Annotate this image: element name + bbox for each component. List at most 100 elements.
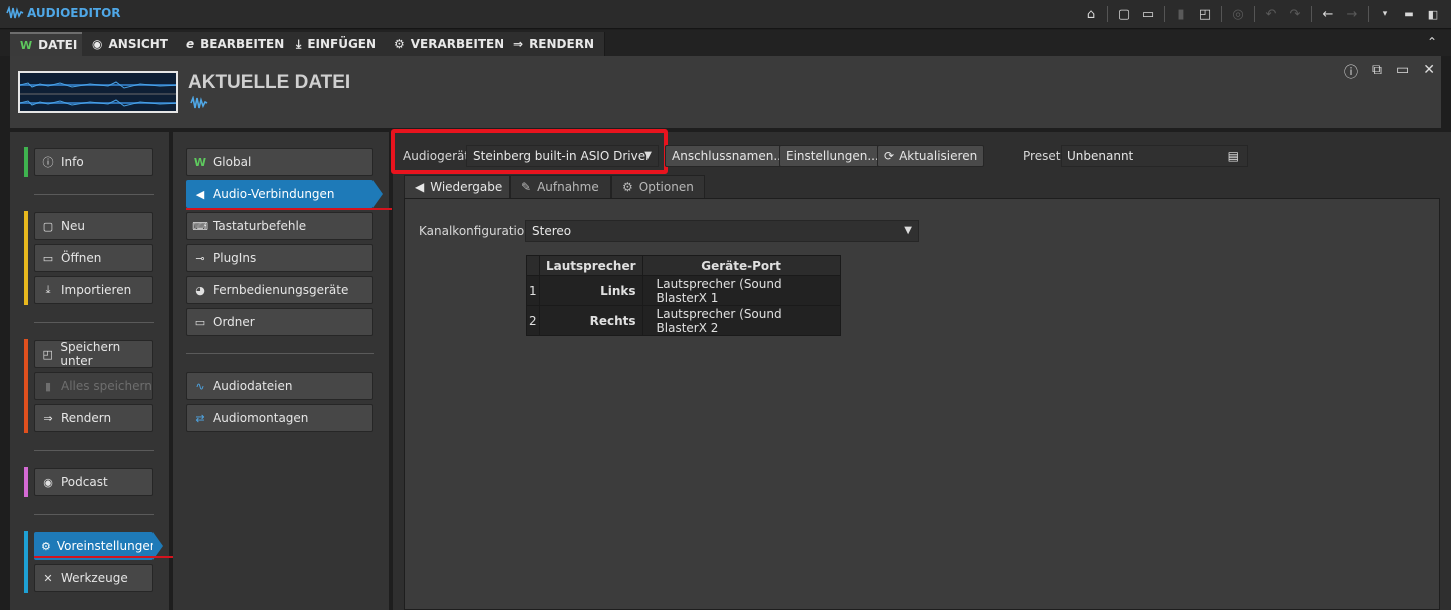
window-layout-icon[interactable]: ◧ xyxy=(1423,5,1443,23)
ribbon-tabs: W DATEI ◉ ANSICHT e BEARBEITEN ⤓ EINFÜGE… xyxy=(0,30,1451,56)
nav-label: Alles speichern xyxy=(61,379,152,393)
insert-icon: ⤓ xyxy=(296,36,302,51)
table-row[interactable]: 2 Rechts Lautsprecher (Sound BlasterX 2 xyxy=(526,305,841,336)
divider xyxy=(1368,6,1369,22)
tab-rendern[interactable]: ⇒ RENDERN xyxy=(503,32,605,56)
group-accent-orange xyxy=(24,339,28,433)
divider xyxy=(1164,6,1165,22)
folder-open-icon: ▭ xyxy=(42,251,54,265)
nav-rendern[interactable]: ⇒ Rendern xyxy=(34,404,153,432)
process-icon: ⚙ xyxy=(394,37,405,51)
prefs-audiodateien[interactable]: ∿ Audiodateien xyxy=(186,372,373,400)
preset-label: Preset xyxy=(1023,149,1061,163)
nav-speichern-unter[interactable]: ◰ Speichern unter xyxy=(34,340,153,368)
row-number-header xyxy=(526,255,540,276)
nav-neu[interactable]: ▢ Neu xyxy=(34,212,153,240)
button-label: Einstellungen... xyxy=(786,149,879,163)
tab-label: EINFÜGEN xyxy=(307,37,377,51)
eye-icon: ◉ xyxy=(92,37,103,51)
prefs-global[interactable]: W Global xyxy=(186,148,373,176)
chevron-down-icon[interactable]: ▾ xyxy=(1375,5,1395,23)
chevron-down-icon: ▼ xyxy=(904,225,912,236)
divider xyxy=(34,514,154,515)
nav-label: Podcast xyxy=(61,475,108,489)
preset-value: Unbenannt xyxy=(1067,149,1134,163)
app-title: AUDIOEDITOR xyxy=(6,6,121,20)
redo-icon[interactable]: ↷ xyxy=(1285,5,1305,23)
folder-icon: ▭ xyxy=(194,315,206,329)
preset-menu-icon[interactable]: ▤ xyxy=(1228,149,1239,163)
device-port[interactable]: Lautsprecher (Sound BlasterX 2 xyxy=(641,305,841,336)
divider xyxy=(34,194,154,195)
divider xyxy=(186,353,374,354)
arrow-right-icon[interactable]: → xyxy=(1342,5,1362,23)
maximize-icon[interactable]: ▭ xyxy=(1396,62,1409,82)
detach-icon[interactable]: ⧉ xyxy=(1372,62,1382,82)
tab-ansicht[interactable]: ◉ ANSICHT xyxy=(82,32,179,56)
waveform-thumbnail[interactable] xyxy=(18,71,178,113)
new-file-icon[interactable]: ▢ xyxy=(1114,5,1134,23)
prefs-plugins[interactable]: ⊸ PlugIns xyxy=(186,244,373,272)
nav-importieren[interactable]: ⤓ Importieren xyxy=(34,276,153,304)
chevron-up-icon[interactable]: ⌃ xyxy=(1427,35,1437,49)
w-logo-icon: W xyxy=(193,155,207,169)
save-as-icon[interactable]: ◰ xyxy=(1195,5,1215,23)
nav-label: Voreinstellungen xyxy=(56,539,158,553)
title-bar: AUDIOEDITOR ⌂ ▢ ▭ ▮ ◰ ◎ ↶ ↷ ← → ▾ ▬ ◧ xyxy=(0,0,1451,29)
tab-label: Wiedergabe xyxy=(430,180,503,194)
port-names-button[interactable]: Anschlussnamen... xyxy=(665,145,792,167)
tab-optionen[interactable]: ⚙ Optionen xyxy=(611,175,705,199)
button-label: Anschlussnamen... xyxy=(672,149,785,163)
prefs-audiomontagen[interactable]: ⇄ Audiomontagen xyxy=(186,404,373,432)
settings-button[interactable]: Einstellungen... xyxy=(779,145,886,167)
nav-podcast[interactable]: ◉ Podcast xyxy=(34,468,153,496)
column-header: Geräte-Port xyxy=(641,255,841,276)
table-row[interactable]: 1 Links Lautsprecher (Sound BlasterX 1 xyxy=(526,275,841,306)
home-icon[interactable]: ⌂ xyxy=(1081,5,1101,23)
folder-open-icon[interactable]: ▭ xyxy=(1138,5,1158,23)
help-icon[interactable]: ⓘ xyxy=(1344,62,1358,82)
undo-icon[interactable]: ↶ xyxy=(1261,5,1281,23)
import-icon: ⤓ xyxy=(45,283,51,296)
close-icon[interactable]: ✕ xyxy=(1423,62,1435,82)
nav-alles-speichern[interactable]: ▮ Alles speichern xyxy=(34,372,153,400)
channel-config-select[interactable]: Stereo ▼ xyxy=(525,220,919,242)
nav-label: Öffnen xyxy=(61,251,102,265)
nav-label: Rendern xyxy=(61,411,112,425)
prefs-ordner[interactable]: ▭ Ordner xyxy=(186,308,373,336)
gear-icon: ⚙ xyxy=(622,180,633,194)
keyboard-icon: ⌨ xyxy=(192,219,208,233)
tab-wiedergabe[interactable]: ◀ Wiedergabe xyxy=(404,175,510,199)
refresh-button[interactable]: ⟳ Aktualisieren xyxy=(877,145,985,167)
title-toolbar: ⌂ ▢ ▭ ▮ ◰ ◎ ↶ ↷ ← → ▾ ▬ ◧ xyxy=(1081,5,1443,23)
tab-verarbeiten[interactable]: ⚙ VERARBEITEN xyxy=(384,32,516,56)
speaker-icon: ◀ xyxy=(195,187,205,201)
divider xyxy=(34,450,154,451)
nav-werkzeuge[interactable]: ✕ Werkzeuge xyxy=(34,564,153,592)
gear-icon: ⚙ xyxy=(41,539,51,553)
prefs-fernbedienungsgeraete[interactable]: ◕ Fernbedienungsgeräte xyxy=(186,276,373,304)
preset-field[interactable]: Unbenannt ▤ xyxy=(1061,145,1248,167)
tab-datei[interactable]: W DATEI xyxy=(10,32,89,56)
arrow-left-icon[interactable]: ← xyxy=(1318,5,1338,23)
save-icon[interactable]: ▮ xyxy=(1171,5,1191,23)
tab-einfuegen[interactable]: ⤓ EINFÜGEN xyxy=(286,32,388,56)
device-port[interactable]: Lautsprecher (Sound BlasterX 1 xyxy=(641,275,841,306)
prefs-tastaturbefehle[interactable]: ⌨ Tastaturbefehle xyxy=(186,212,373,240)
divider xyxy=(1254,6,1255,22)
nav-oeffnen[interactable]: ▭ Öffnen xyxy=(34,244,153,272)
prefs-audio-verbindungen[interactable]: ◀ Audio-Verbindungen xyxy=(186,180,373,208)
group-accent-cyan xyxy=(24,531,28,593)
tab-aufnahme[interactable]: ✎ Aufnahme xyxy=(510,175,611,199)
nav-label: Audio-Verbindungen xyxy=(213,187,335,201)
nav-label: Werkzeuge xyxy=(61,571,128,585)
current-file-header: AKTUELLE DATEI ⓘ ⧉ ▭ ✕ xyxy=(10,56,1441,128)
speaker-icon: ◀ xyxy=(415,180,425,194)
minimize-icon[interactable]: ▬ xyxy=(1399,5,1419,23)
record-icon[interactable]: ◎ xyxy=(1228,5,1248,23)
tab-bearbeiten[interactable]: e BEARBEITEN xyxy=(176,32,296,56)
divider xyxy=(1311,6,1312,22)
nav-info[interactable]: ⓘ Info xyxy=(34,148,153,176)
divider xyxy=(1221,6,1222,22)
channel-config-value: Stereo xyxy=(532,224,572,238)
